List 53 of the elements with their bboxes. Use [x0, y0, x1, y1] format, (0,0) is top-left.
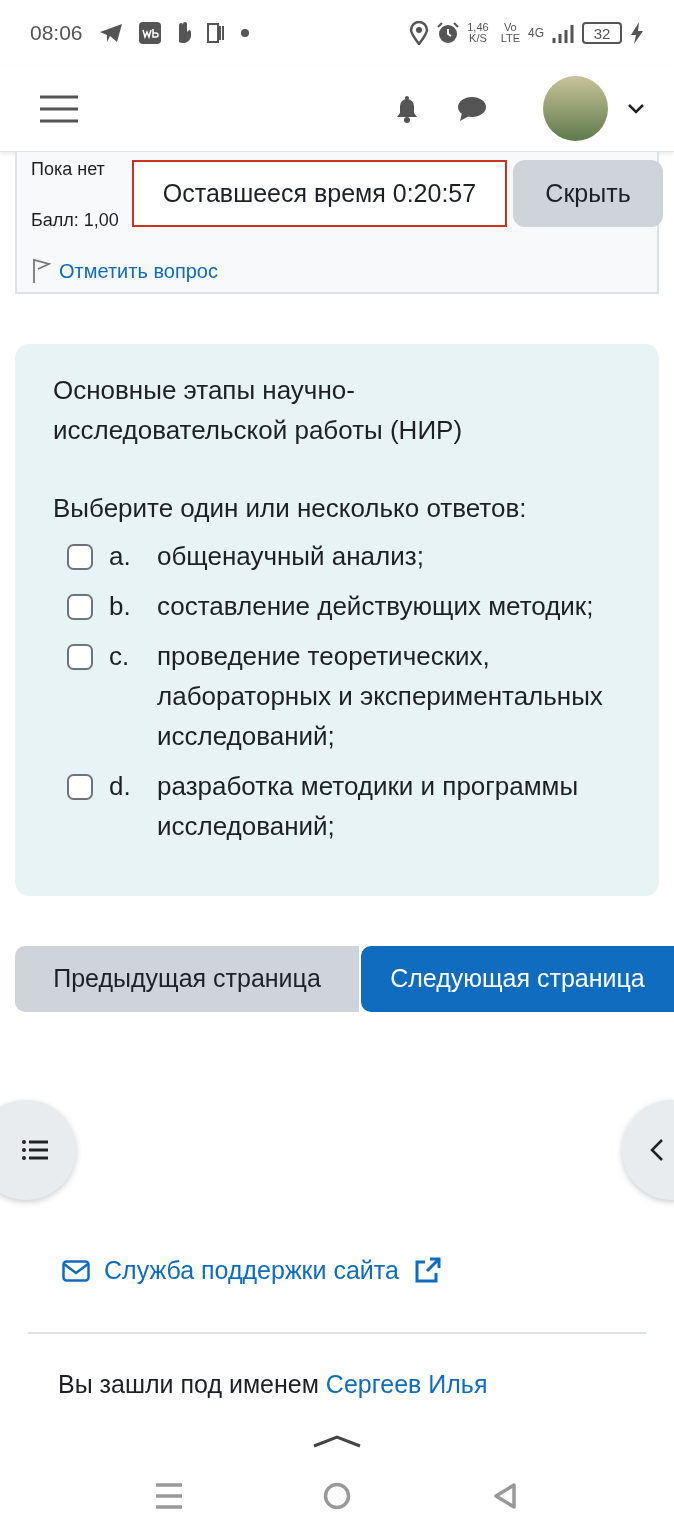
option-text: проведение теоретических, лабораторных и экспериментальных исследований; — [157, 640, 604, 753]
user-name-link[interactable]: Сергеев Илья — [325, 1370, 488, 1398]
recent-apps-icon[interactable] — [156, 1482, 182, 1510]
speed-unit: K/S — [469, 33, 487, 44]
menu-icon[interactable] — [40, 94, 78, 123]
answer-checkbox[interactable] — [67, 774, 93, 800]
chevron-down-icon[interactable] — [628, 103, 644, 114]
speech-bubble-icon[interactable] — [458, 95, 486, 122]
envelope-icon — [62, 1259, 90, 1282]
drawer-toggle-button[interactable] — [0, 1100, 76, 1200]
option-text: разработка методики и программы исследований; — [157, 770, 580, 843]
option-letter: a. — [109, 540, 132, 573]
answer-checkbox[interactable] — [67, 544, 93, 570]
dot-icon — [240, 29, 249, 37]
support-link[interactable]: Служба поддержки сайта — [62, 1252, 441, 1290]
app-badge-icon — [138, 22, 161, 44]
battery-percent: 32 — [593, 25, 611, 41]
previous-page-button[interactable]: Предыдущая страница — [15, 946, 359, 1012]
timer-box: Оставшееся время 0:20:57 — [132, 160, 507, 227]
location-pin-icon — [409, 21, 430, 45]
grade-text: Балл: 1,00 — [31, 209, 120, 232]
option-letter: d. — [109, 770, 132, 803]
swipe-up-icon — [312, 1434, 362, 1450]
flag-question-link[interactable]: Отметить вопрос — [31, 256, 218, 286]
flag-icon — [31, 258, 51, 284]
alarm-clock-icon — [437, 22, 460, 44]
paper-plane-icon — [98, 23, 123, 43]
next-page-button[interactable]: Следующая страница — [361, 946, 674, 1012]
signal-bars-icon — [552, 23, 574, 43]
list-icon — [22, 1140, 48, 1160]
option-letter: c. — [109, 640, 131, 673]
option-letter: b. — [109, 590, 132, 623]
clock-time: 08:06 — [30, 20, 83, 47]
lightning-bolt-icon — [630, 22, 644, 44]
login-info-text: Вы зашли под именем Сергеев Илья — [58, 1369, 488, 1400]
question-text: Основные этапы научно-исследовательской работы (НИР) — [53, 374, 464, 447]
back-triangle-icon[interactable] — [493, 1482, 517, 1510]
chevron-left-icon — [650, 1138, 664, 1162]
volte-label: Vo — [503, 22, 517, 33]
hand-icon — [176, 22, 191, 44]
answer-prompt: Выберите один или несколько ответов: — [53, 492, 528, 525]
hide-timer-button[interactable]: Скрыть — [513, 160, 663, 227]
home-circle-icon[interactable] — [323, 1482, 351, 1510]
option-text: общенаучный анализ; — [157, 540, 424, 573]
status-text: Пока нет — [31, 158, 106, 181]
network-type: 4G — [528, 25, 544, 42]
answer-checkbox[interactable] — [67, 644, 93, 670]
volte-label: LTE — [500, 33, 520, 44]
option-text: составление действующих методик; — [157, 590, 594, 623]
answer-checkbox[interactable] — [67, 594, 93, 620]
network-speed: 1,46 — [467, 22, 489, 33]
bell-icon[interactable] — [394, 94, 420, 123]
document-icon — [206, 23, 225, 43]
